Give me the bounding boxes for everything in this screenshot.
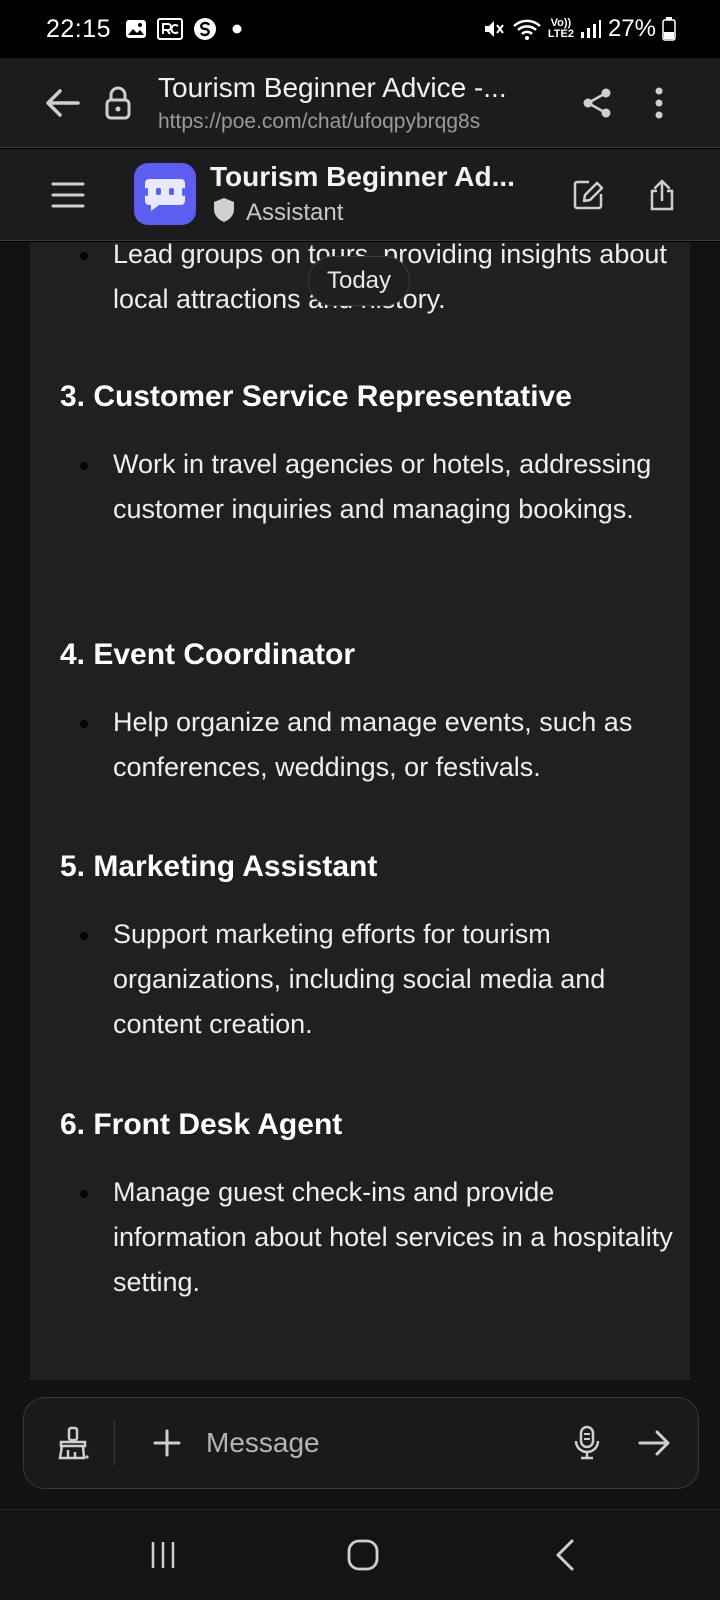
browser-bar: Tourism Beginner Advice -... https://poe… (0, 58, 720, 148)
chat-area[interactable]: Lead groups on tours, providing insights… (0, 242, 720, 1397)
section-heading: 4. Event Coordinator (60, 638, 356, 671)
list-item-text: Help organize and manage events, such as… (113, 707, 633, 782)
message-input[interactable] (206, 1418, 546, 1468)
battery-icon (662, 17, 676, 41)
bullet-icon (80, 462, 88, 470)
status-bar: 22:15 Vo)) LTE2 27% (0, 0, 720, 58)
bot-role-label: Assistant (246, 198, 344, 226)
url-text: https://poe.com/chat/ufoqpybrqg8s (158, 109, 481, 133)
battery-percent: 27% (607, 15, 656, 42)
plus-icon[interactable] (144, 1420, 190, 1466)
back-arrow-icon[interactable] (32, 73, 92, 133)
bullet-icon (80, 932, 88, 940)
bot-name[interactable]: Tourism Beginner Ad... (210, 161, 515, 193)
dot-icon (227, 19, 247, 39)
home-icon[interactable] (336, 1530, 390, 1580)
status-time: 22:15 (46, 14, 112, 43)
system-nav-bar (0, 1509, 720, 1600)
status-right: Vo)) LTE2 27% (482, 15, 676, 43)
section-heading: 3. Customer Service Representative (60, 380, 572, 413)
lock-icon[interactable] (98, 73, 138, 133)
rc-icon (157, 18, 184, 40)
send-arrow-icon[interactable] (632, 1420, 678, 1466)
microphone-icon[interactable] (564, 1420, 610, 1466)
tab-title: Tourism Beginner Advice -... (158, 71, 507, 103)
bot-avatar[interactable] (134, 163, 196, 225)
bullet-icon (80, 252, 88, 260)
export-share-icon[interactable] (640, 171, 684, 219)
gallery-icon (125, 19, 147, 39)
bot-message: Lead groups on tours, providing insights… (30, 242, 690, 1380)
composer-divider (114, 1420, 115, 1466)
list-item-text: Manage guest check-ins and provide infor… (113, 1177, 673, 1297)
date-separator-pill: Today (308, 256, 410, 306)
section-heading: 6. Front Desk Agent (60, 1108, 343, 1141)
list-item-text: Support marketing efforts for tourism or… (113, 919, 606, 1039)
shield-icon (212, 197, 236, 228)
bot-chat-icon (145, 179, 185, 211)
clear-context-brush-icon[interactable] (50, 1420, 96, 1466)
status-left: 22:15 (46, 15, 247, 44)
bot-role: Assistant (212, 197, 343, 228)
recent-apps-icon[interactable] (138, 1532, 188, 1578)
mute-icon (482, 17, 506, 41)
chat-header: Tourism Beginner Ad... Assistant (0, 149, 720, 241)
signal-icon (580, 18, 602, 40)
hamburger-menu-icon[interactable] (42, 169, 94, 221)
composer (23, 1397, 699, 1489)
nav-back-icon[interactable] (540, 1530, 590, 1580)
wifi-icon (512, 17, 542, 41)
bullet-icon (80, 1190, 88, 1198)
network-label-bottom: LTE2 (547, 28, 574, 40)
list-item-text: Work in travel agencies or hotels, addre… (113, 449, 652, 524)
new-chat-edit-icon[interactable] (566, 173, 610, 217)
section-heading: 5. Marketing Assistant (60, 850, 378, 883)
s-icon (193, 17, 217, 41)
lte-label: Vo)) LTE2 (548, 18, 574, 40)
share-icon[interactable] (572, 78, 622, 128)
address-bar[interactable]: Tourism Beginner Advice -... https://poe… (158, 72, 538, 134)
composer-area (0, 1397, 720, 1509)
bullet-icon (80, 720, 88, 728)
more-vert-icon[interactable] (636, 78, 682, 128)
